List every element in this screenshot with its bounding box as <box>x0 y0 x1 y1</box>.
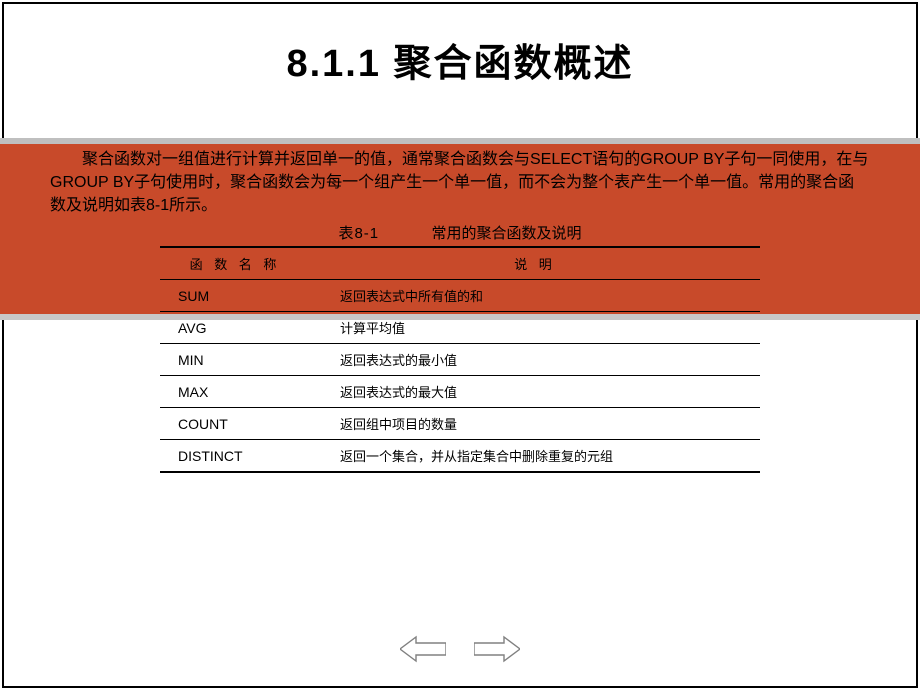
func-name: DISTINCT <box>160 440 310 473</box>
arrow-left-icon <box>400 635 446 663</box>
func-name: SUM <box>160 280 310 312</box>
aggregate-functions-table: 函 数 名 称 说 明 SUM 返回表达式中所有值的和 AVG 计算平均值 MI… <box>160 246 760 473</box>
page-title: 8.1.1 聚合函数概述 <box>0 0 920 113</box>
body-paragraph: 聚合函数对一组值进行计算并返回单一的值，通常聚合函数会与SELECT语句的GRO… <box>50 148 870 218</box>
func-desc: 返回表达式的最大值 <box>310 376 760 408</box>
table-header-name: 函 数 名 称 <box>160 247 310 280</box>
func-desc: 返回组中项目的数量 <box>310 408 760 440</box>
func-name: MIN <box>160 344 310 376</box>
table-row: MIN 返回表达式的最小值 <box>160 344 760 376</box>
table-row: SUM 返回表达式中所有值的和 <box>160 280 760 312</box>
body-paragraph-text: 聚合函数对一组值进行计算并返回单一的值，通常聚合函数会与SELECT语句的GRO… <box>50 148 870 218</box>
table-caption: 表8-1 常用的聚合函数及说明 <box>0 222 920 243</box>
table-row: COUNT 返回组中项目的数量 <box>160 408 760 440</box>
table-row: AVG 计算平均值 <box>160 312 760 344</box>
next-arrow-button[interactable] <box>474 635 520 663</box>
func-desc: 返回表达式的最小值 <box>310 344 760 376</box>
func-name: MAX <box>160 376 310 408</box>
table-header-desc: 说 明 <box>310 247 760 280</box>
func-desc: 返回一个集合，并从指定集合中删除重复的元组 <box>310 440 760 473</box>
table-header-row: 函 数 名 称 说 明 <box>160 247 760 280</box>
prev-arrow-button[interactable] <box>400 635 446 663</box>
table-caption-text: 常用的聚合函数及说明 <box>432 225 582 242</box>
arrow-right-icon <box>474 635 520 663</box>
func-desc: 计算平均值 <box>310 312 760 344</box>
table-row: DISTINCT 返回一个集合，并从指定集合中删除重复的元组 <box>160 440 760 473</box>
func-name: COUNT <box>160 408 310 440</box>
func-name: AVG <box>160 312 310 344</box>
nav-controls <box>0 635 920 668</box>
table-row: MAX 返回表达式的最大值 <box>160 376 760 408</box>
table-caption-id: 表8-1 <box>338 225 379 242</box>
func-desc: 返回表达式中所有值的和 <box>310 280 760 312</box>
